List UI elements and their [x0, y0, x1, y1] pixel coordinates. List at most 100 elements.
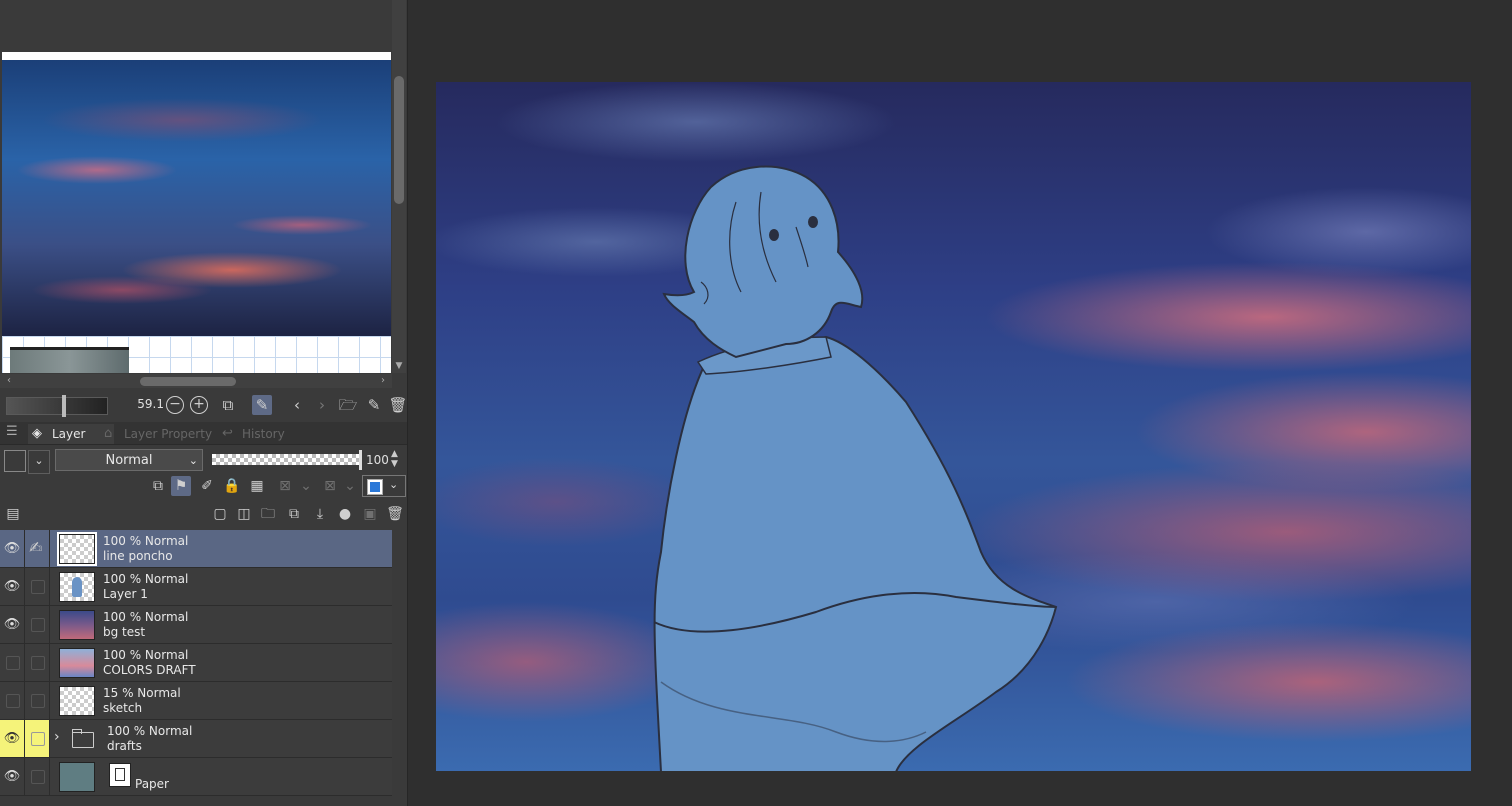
layer-lock-cell[interactable]	[25, 682, 50, 719]
next-icon[interactable]: ›	[312, 395, 332, 415]
eye-icon[interactable]: 👁	[0, 530, 25, 567]
layer-lock-cell[interactable]	[25, 606, 50, 643]
edit-icon[interactable]: ✎	[364, 395, 384, 415]
layer-color-button[interactable]: ⌄	[362, 475, 406, 497]
layer-info: 100 % Normal COLORS DRAFT	[103, 648, 196, 678]
zoom-slider-knob[interactable]	[62, 395, 66, 417]
eye-icon[interactable]	[0, 644, 25, 681]
trash-icon[interactable]: 🗑	[388, 395, 408, 415]
delete-layer-icon[interactable]: 🗑	[385, 504, 405, 524]
layer-opacity-mode: 100 % Normal	[103, 648, 189, 662]
layer-lock-cell[interactable]	[25, 720, 50, 757]
panel-tabs: ☰ ◈ Layer ⌂ Layer Property ↩ History	[0, 422, 407, 445]
layer-row[interactable]: 👁 100 % Normal Layer 1	[0, 568, 392, 606]
layer-name: bg test	[103, 625, 146, 639]
transfer-down-icon[interactable]: ⧉	[284, 504, 304, 524]
layer-row[interactable]: 👁 100 % Normal bg test	[0, 606, 392, 644]
lock-checkbox[interactable]	[31, 656, 45, 670]
layer-list: 👁 ✍ 100 % Normal line poncho 👁 100 % Norm…	[0, 530, 392, 806]
layer-thumbnail[interactable]	[59, 762, 95, 792]
eye-icon[interactable]: 👁	[0, 606, 25, 643]
eyedropper-icon[interactable]: ✎	[252, 395, 272, 415]
zoom-slider[interactable]	[6, 395, 108, 417]
opacity-slider-knob[interactable]	[359, 450, 362, 470]
visibility-checkbox	[6, 656, 20, 670]
layer-lock-cell[interactable]: ✍	[25, 530, 50, 567]
lock-checkbox[interactable]	[31, 732, 45, 746]
left-eye	[769, 229, 779, 241]
layer-lock-cell[interactable]	[25, 644, 50, 681]
new-raster-layer-icon[interactable]: ▢	[210, 504, 230, 524]
scroll-down-arrow-icon[interactable]: ▼	[393, 360, 405, 372]
previous-icon[interactable]: ‹	[287, 395, 307, 415]
panel-divider[interactable]	[407, 0, 408, 806]
new-folder-icon[interactable]: 🗀	[258, 504, 278, 524]
reference-thumbnail[interactable]	[10, 347, 129, 373]
reference-vertical-scrollbar[interactable]: ▼	[392, 0, 406, 373]
lock-checkbox[interactable]	[31, 580, 45, 594]
opacity-slider[interactable]	[212, 454, 360, 465]
layer-opacity-mode: 100 % Normal	[103, 572, 189, 586]
eye-icon[interactable]: 👁	[0, 720, 25, 757]
figure-thumbnail	[72, 577, 82, 597]
blend-mode-select[interactable]: Normal ⌄	[55, 449, 203, 471]
folder-row[interactable]: 👁 › 100 % Normal drafts	[0, 720, 392, 758]
ruler-disabled-icon: ⊠	[324, 478, 336, 494]
layer-list-icon[interactable]: ▤	[3, 504, 23, 524]
chevron-down-icon[interactable]: ⌄	[28, 450, 50, 474]
reference-horizontal-scrollbar[interactable]: ‹ ›	[0, 374, 392, 388]
layer-lock-cell[interactable]	[25, 568, 50, 605]
lock-transparency-icon[interactable]: ▦	[247, 476, 267, 496]
eye-icon[interactable]	[0, 682, 25, 719]
open-folder-icon[interactable]: 🗁	[338, 395, 358, 415]
tab-layer-property[interactable]: ⌂ Layer Property	[100, 424, 234, 444]
layer-row[interactable]: 100 % Normal COLORS DRAFT	[0, 644, 392, 682]
layer-thumbnail[interactable]	[57, 532, 97, 566]
scrollbar-thumb[interactable]	[394, 76, 404, 204]
lock-checkbox[interactable]	[31, 770, 45, 784]
clip-layer-icon[interactable]: ⧉	[148, 476, 168, 496]
spinner-icon[interactable]: ▲ ▼	[391, 449, 398, 469]
lock-checkbox[interactable]	[31, 618, 45, 632]
head-hair-shape	[662, 165, 864, 359]
layer-opacity-mode: 100 % Normal	[103, 610, 189, 624]
new-vector-layer-icon[interactable]: ◫	[234, 504, 254, 524]
scroll-right-arrow-icon[interactable]: ›	[376, 374, 390, 388]
reference-image-viewer[interactable]	[0, 0, 392, 373]
layer-row[interactable]: 15 % Normal sketch	[0, 682, 392, 720]
reference-layer-icon[interactable]: ⚑	[171, 476, 191, 496]
layer-thumbnail[interactable]	[59, 572, 95, 602]
merge-down-icon[interactable]: ⤓	[310, 504, 330, 524]
zoom-in-icon[interactable]: +	[190, 396, 208, 414]
tab-history[interactable]: ↩ History	[218, 424, 314, 444]
scrollbar-thumb[interactable]	[140, 377, 236, 386]
layer-row[interactable]: 👁 ✍ 100 % Normal line poncho	[0, 530, 392, 568]
lock-icon[interactable]: 🔒	[222, 476, 242, 496]
zoom-out-icon[interactable]: −	[166, 396, 184, 414]
chevron-down-icon: ⌄	[300, 478, 312, 494]
layer-list-scrollbar[interactable]	[392, 530, 406, 806]
layer-thumbnail[interactable]	[59, 648, 95, 678]
layer-thumbnail[interactable]	[59, 610, 95, 640]
panel-menu-icon[interactable]: ☰	[6, 424, 18, 439]
mask-icon[interactable]: ●	[335, 504, 355, 524]
draft-layer-icon[interactable]: ✐	[197, 476, 217, 496]
layer-color-chip[interactable]	[4, 450, 26, 472]
layer-opacity-mode: 15 % Normal	[103, 686, 181, 700]
layer-thumbnail[interactable]	[59, 686, 95, 716]
layers-icon: ◈	[32, 426, 42, 441]
folder-icon	[72, 732, 94, 748]
fit-view-icon[interactable]: ⧉	[218, 395, 238, 415]
layer-name: Paper	[135, 777, 169, 791]
eye-icon[interactable]: 👁	[0, 568, 25, 605]
drawing-canvas[interactable]	[436, 82, 1471, 771]
opacity-value[interactable]: 100	[366, 453, 389, 467]
scroll-left-arrow-icon[interactable]: ‹	[2, 374, 16, 388]
chevron-right-icon[interactable]: ›	[54, 729, 60, 745]
lock-checkbox[interactable]	[31, 694, 45, 708]
poncho-shape	[653, 335, 1058, 771]
layer-lock-cell[interactable]	[25, 758, 50, 795]
eye-icon[interactable]: 👁	[0, 758, 25, 795]
layer-name: line poncho	[103, 549, 173, 563]
layer-row[interactable]: 👁 Paper	[0, 758, 392, 796]
